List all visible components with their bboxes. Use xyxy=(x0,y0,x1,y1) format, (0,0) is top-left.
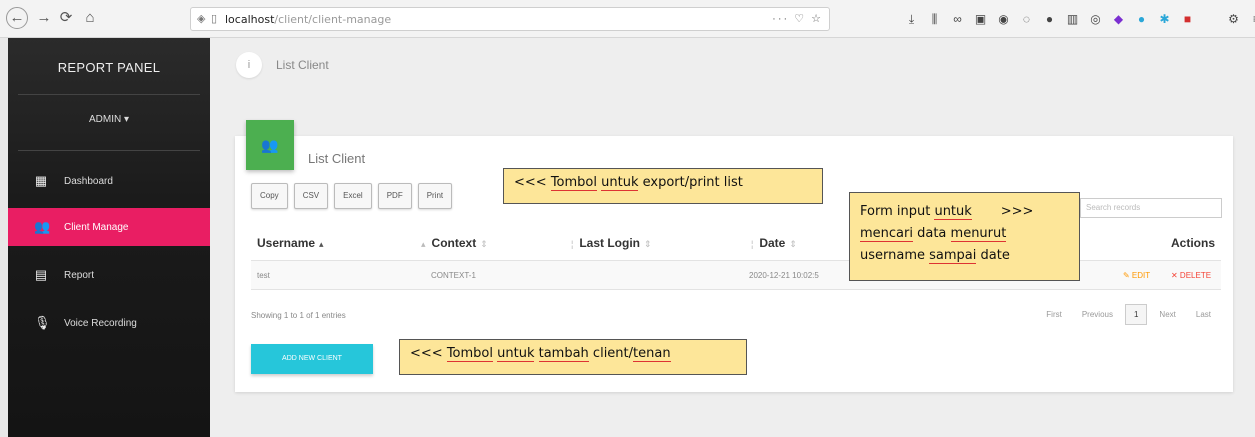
column-actions: Actions xyxy=(1170,236,1215,250)
sidebar: REPORT PANEL ADMIN ▾ ▦ Dashboard 👥 Clien… xyxy=(8,38,210,437)
puzzle-icon[interactable]: ◆ xyxy=(1112,12,1125,26)
back-button[interactable]: ← xyxy=(6,7,28,29)
sidebar-item-label: Client Manage xyxy=(64,221,129,233)
print-button[interactable]: Print xyxy=(417,183,453,209)
blank-icon xyxy=(1204,13,1217,26)
users-icon: 👥 xyxy=(34,219,51,234)
divider xyxy=(18,94,200,95)
address-bar[interactable]: ◈ ▯ localhost/client/client-manage ··· ♡… xyxy=(190,7,830,31)
export-buttons: Copy CSV Excel PDF Print xyxy=(251,183,453,209)
add-client-button[interactable]: ADD NEW CLIENT xyxy=(251,344,373,374)
url-text: localhost/client/client-manage xyxy=(225,13,392,26)
sidebar-item-voice-recording[interactable]: 🎙 Voice Recording xyxy=(8,304,210,342)
column-date[interactable]: ¦ Date ⇕ xyxy=(751,236,797,250)
sidebar-item-report[interactable]: ▤ Report xyxy=(8,256,210,294)
last-page-button[interactable]: Last xyxy=(1188,305,1219,324)
download-icon[interactable]: ⤓ xyxy=(905,12,918,26)
column-last-login[interactable]: ¦ Last Login ⇕ xyxy=(571,236,652,250)
main-content: i List Client 👥 List Client Copy CSV Exc… xyxy=(210,38,1255,437)
info-icon: i xyxy=(236,52,262,78)
cell-date: 2020-12-21 10:02:5 xyxy=(749,271,819,280)
pagination: First Previous 1 Next Last xyxy=(1038,304,1219,325)
table-info: Showing 1 to 1 of 1 entries xyxy=(251,311,346,320)
shield-icon: ◈ xyxy=(197,13,206,25)
reading-icon[interactable]: ∞ xyxy=(951,12,964,26)
sidebar-item-client-manage[interactable]: 👥 Client Manage xyxy=(8,208,210,246)
container-icon[interactable]: ▣ xyxy=(974,12,987,26)
next-page-button[interactable]: Next xyxy=(1151,305,1183,324)
edit-button[interactable]: ✎ EDIT xyxy=(1123,271,1150,280)
dot-icon[interactable]: ● xyxy=(1135,12,1148,26)
users-icon: 👥 xyxy=(246,120,294,170)
cell-context: CONTEXT-1 xyxy=(431,271,476,280)
menu-icon[interactable]: ≡ xyxy=(1250,12,1255,26)
flag-icon[interactable]: ■ xyxy=(1181,12,1194,26)
home-button[interactable]: ⌂ xyxy=(80,8,100,28)
excel-button[interactable]: Excel xyxy=(334,183,372,209)
toolbar-icons: ⤓ ⫼ ∞ ▣ ◉ ◌ ● ▥ ◎ ◆ ● ✱ ■ ⚙ ≡ xyxy=(905,9,1255,29)
star-icon[interactable]: ✱ xyxy=(1158,12,1171,26)
library-icon[interactable]: ⫼ xyxy=(928,12,941,26)
page-icon: ▯ xyxy=(211,13,218,25)
page-actions-icon[interactable]: ··· ♡ ☆ xyxy=(772,12,823,25)
brand-title: REPORT PANEL xyxy=(57,60,161,75)
breadcrumb: i List Client xyxy=(236,52,329,78)
divider xyxy=(18,150,200,151)
vpn-icon[interactable]: ◉ xyxy=(997,12,1010,26)
ghost-icon[interactable]: ◌ xyxy=(1020,12,1033,26)
delete-button[interactable]: ✕ DELETE xyxy=(1171,271,1211,280)
sidebar-item-label: Report xyxy=(64,269,95,281)
microphone-icon: 🎙 xyxy=(34,315,51,330)
sidebar-item-label: Dashboard xyxy=(64,175,113,187)
column-username[interactable]: Username ▴ xyxy=(257,236,324,250)
csv-button[interactable]: CSV xyxy=(293,183,329,209)
export-annotation-note: <<< Tombol untuk export/print list xyxy=(503,168,823,204)
user-menu[interactable]: ADMIN ▾ xyxy=(8,114,210,125)
reload-button[interactable]: ⟳ xyxy=(56,8,76,28)
search-input[interactable]: Search records xyxy=(1080,198,1222,218)
grid-icon[interactable]: ▥ xyxy=(1066,12,1079,26)
forward-button[interactable]: → xyxy=(34,8,54,28)
dashboard-icon: ▦ xyxy=(34,173,48,188)
sidebar-item-dashboard[interactable]: ▦ Dashboard xyxy=(8,162,210,200)
pdf-button[interactable]: PDF xyxy=(377,183,412,209)
browser-toolbar: ← → ⟳ ⌂ ◈ ▯ localhost/client/client-mana… xyxy=(0,0,1255,38)
settings-icon[interactable]: ⚙ xyxy=(1227,12,1240,26)
add-annotation-note: <<< Tombol untuk tambah client/tenan xyxy=(399,339,747,375)
first-page-button[interactable]: First xyxy=(1038,305,1070,324)
search-annotation-note: Form input untuk >>> mencari data menuru… xyxy=(849,192,1080,281)
page-1-button[interactable]: 1 xyxy=(1124,304,1148,325)
cell-username: test xyxy=(257,271,270,280)
privacy-icon[interactable]: ● xyxy=(1043,12,1056,26)
page-title: List Client xyxy=(276,58,329,72)
copy-button[interactable]: Copy xyxy=(251,183,288,209)
card-title: List Client xyxy=(308,151,366,166)
previous-page-button[interactable]: Previous xyxy=(1074,305,1121,324)
sidebar-item-label: Voice Recording xyxy=(64,317,137,329)
column-context[interactable]: ▴ Context ⇕ xyxy=(421,236,488,250)
report-icon: ▤ xyxy=(34,267,48,282)
circle-icon[interactable]: ◎ xyxy=(1089,12,1102,26)
